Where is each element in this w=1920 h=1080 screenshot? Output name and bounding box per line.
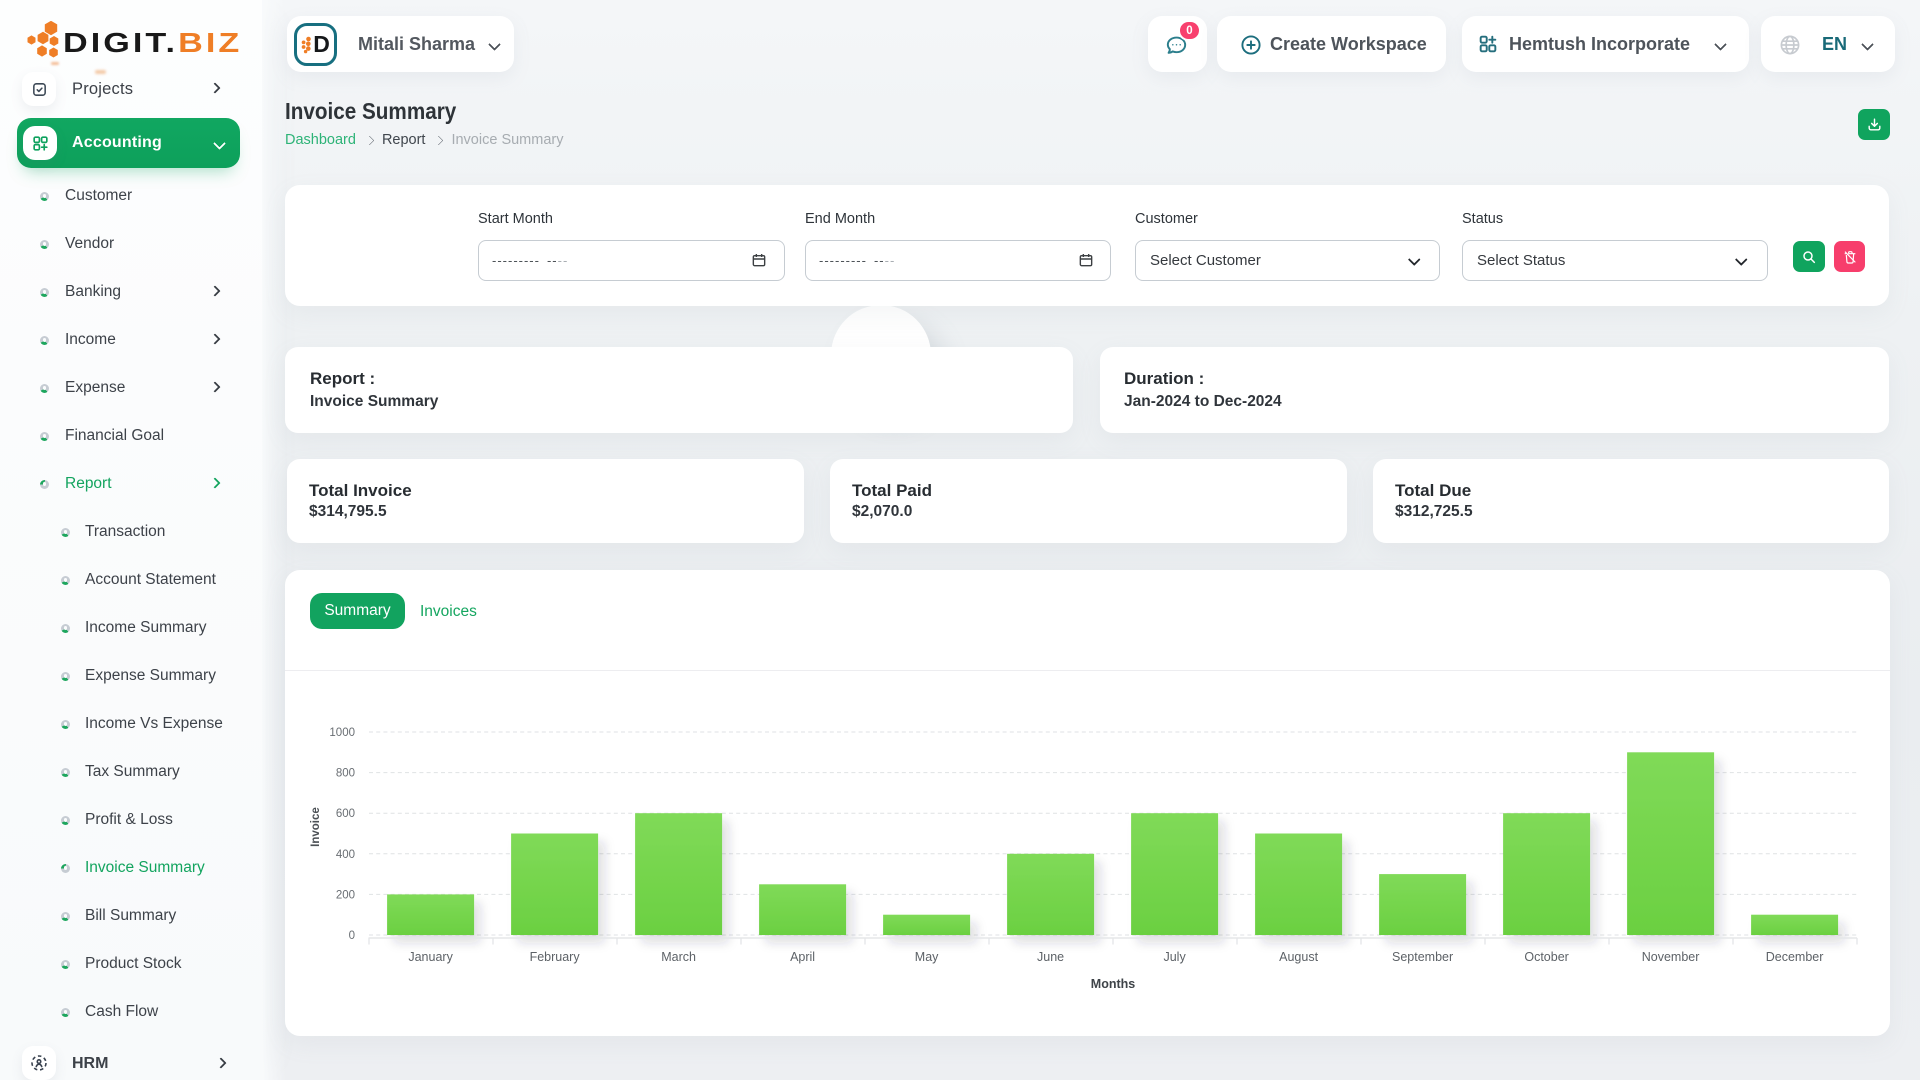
svg-text:August: August xyxy=(1279,950,1318,964)
svg-text:Months: Months xyxy=(1091,977,1135,991)
svg-text:0: 0 xyxy=(349,930,355,942)
svg-text:800: 800 xyxy=(336,768,355,780)
svg-text:September: September xyxy=(1392,950,1453,964)
svg-text:October: October xyxy=(1524,950,1568,964)
svg-text:January: January xyxy=(408,950,453,964)
svg-text:February: February xyxy=(530,950,581,964)
svg-text:July: July xyxy=(1163,950,1186,964)
svg-text:Invoice: Invoice xyxy=(310,807,322,847)
svg-text:June: June xyxy=(1037,950,1064,964)
svg-text:400: 400 xyxy=(336,849,355,861)
svg-text:600: 600 xyxy=(336,808,355,820)
svg-text:December: December xyxy=(1766,950,1824,964)
svg-text:March: March xyxy=(661,950,696,964)
svg-text:1000: 1000 xyxy=(329,727,355,739)
svg-text:April: April xyxy=(790,950,815,964)
svg-text:November: November xyxy=(1642,950,1700,964)
svg-text:May: May xyxy=(915,950,939,964)
svg-text:200: 200 xyxy=(336,889,355,901)
